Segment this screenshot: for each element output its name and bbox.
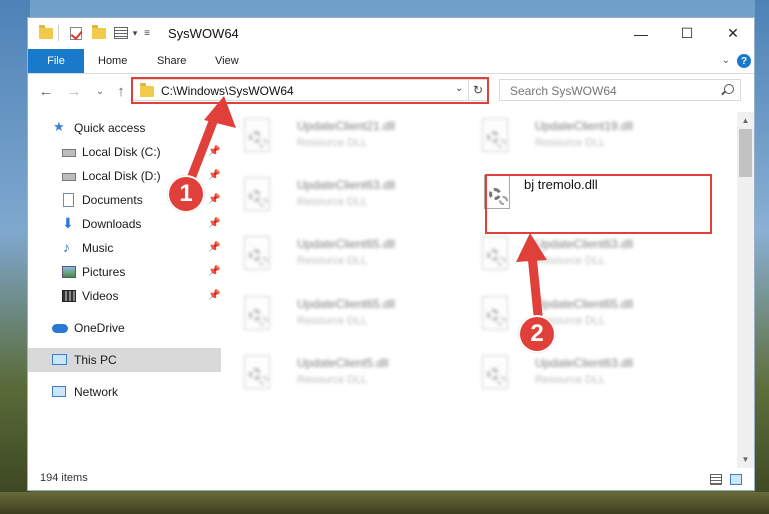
step-marker-2: 2 [518,315,556,353]
arrow-2-shaft [527,250,543,320]
arrow-1-shaft [187,109,221,181]
step-marker-1: 1 [167,175,205,213]
arrow-2-head [516,233,547,262]
annotation-arrows [187,96,547,320]
